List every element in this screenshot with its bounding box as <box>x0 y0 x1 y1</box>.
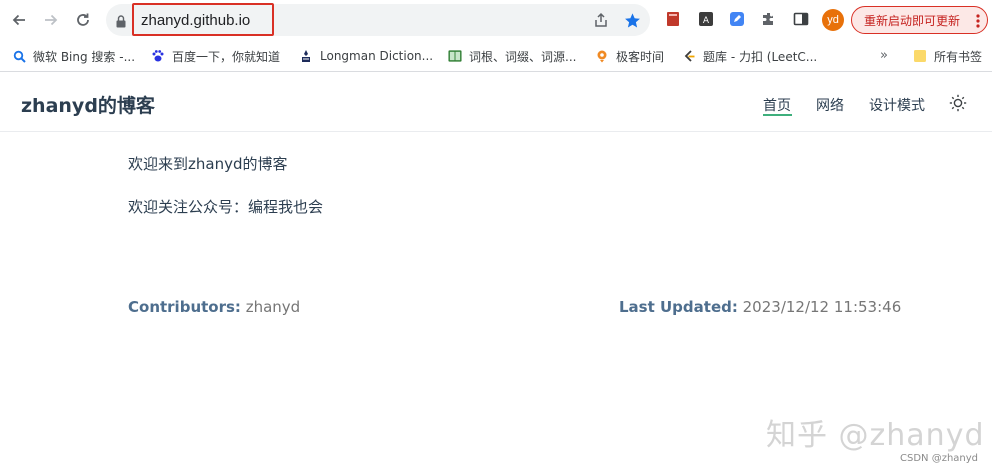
contributors: Contributors: zhanyd <box>128 298 300 316</box>
bookmark-label: 词根、词缀、词源... <box>469 49 577 64</box>
address-bar[interactable]: zhanyd.github.io <box>106 3 650 36</box>
geektime-icon <box>595 49 609 63</box>
edit-extension-icon[interactable] <box>728 10 746 28</box>
last-updated-value: 2023/12/12 11:53:46 <box>742 298 902 316</box>
bookmarks-overflow-button[interactable]: » <box>880 48 888 63</box>
leetcode-icon <box>682 49 696 63</box>
bookmark-label: 极客时间 <box>616 49 665 64</box>
share-icon[interactable] <box>592 11 610 29</box>
profile-avatar[interactable]: yd <box>822 9 844 31</box>
last-updated: Last Updated: 2023/12/12 11:53:46 <box>619 298 901 316</box>
bookmark-leetcode[interactable]: 题库 - 力扣 (LeetC... <box>682 48 817 64</box>
csdn-credit: CSDN @zhanyd <box>900 453 979 464</box>
url-highlight-box: zhanyd.github.io <box>132 3 274 36</box>
nav-link-home[interactable]: 首页 <box>763 95 791 115</box>
sun-icon[interactable] <box>948 93 968 113</box>
bookmark-label: Longman Diction... <box>320 49 434 63</box>
zhihu-watermark: 知乎 @zhanyd <box>766 418 985 453</box>
update-button-label: 重新启动即可更新 <box>864 13 961 28</box>
welcome-paragraph: 欢迎来到zhanyd的博客 <box>128 155 288 173</box>
bookmark-bing[interactable]: 微软 Bing 搜索 -... <box>12 48 135 64</box>
contributors-label: Contributors: <box>128 298 241 316</box>
all-bookmarks-label: 所有书签 <box>934 49 983 64</box>
folder-icon <box>913 49 927 63</box>
nav-link-network[interactable]: 网络 <box>816 95 844 115</box>
contributors-value: zhanyd <box>245 298 301 316</box>
baidu-paw-icon <box>151 49 165 63</box>
last-updated-label: Last Updated: <box>619 298 738 316</box>
bookmark-label: 题库 - 力扣 (LeetC... <box>703 49 818 64</box>
bookmark-label: 微软 Bing 搜索 -... <box>33 49 136 64</box>
bookmark-label: 百度一下，你就知道 <box>172 49 281 64</box>
all-bookmarks-folder[interactable]: 所有书签 <box>913 48 982 64</box>
svg-text:A: A <box>703 16 710 26</box>
forward-arrow-icon[interactable] <box>39 8 63 32</box>
book-icon <box>448 49 462 63</box>
more-vert-icon[interactable] <box>976 13 980 32</box>
update-restart-button[interactable]: 重新启动即可更新 <box>851 6 988 34</box>
nav-active-underline <box>763 114 792 116</box>
reload-icon[interactable] <box>71 8 95 32</box>
extensions-puzzle-icon[interactable] <box>760 10 778 28</box>
bookmarks-bar: 微软 Bing 搜索 -... 百度一下，你就知道 Longman Dictio… <box>0 40 992 72</box>
star-icon[interactable] <box>623 11 641 29</box>
dictionary-extension-icon[interactable]: A <box>697 10 715 28</box>
site-header: zhanyd的博客 首页 网络 设计模式 <box>0 73 992 132</box>
bookmark-etymology[interactable]: 词根、词缀、词源... <box>448 48 576 64</box>
bookmark-baidu[interactable]: 百度一下，你就知道 <box>151 48 280 64</box>
back-arrow-icon[interactable] <box>7 8 31 32</box>
side-panel-icon[interactable] <box>792 10 810 28</box>
bing-search-icon <box>12 49 26 63</box>
browser-toolbar: zhanyd.github.io A yd 重新启动即可更新 <box>0 0 992 40</box>
url-text[interactable]: zhanyd.github.io <box>141 12 250 29</box>
longman-icon <box>299 49 313 63</box>
site-title[interactable]: zhanyd的博客 <box>21 91 155 118</box>
bookmark-longman[interactable]: Longman Diction... <box>299 48 433 64</box>
follow-paragraph: 欢迎关注公众号：编程我也会 <box>128 198 324 216</box>
bookmark-geektime[interactable]: 极客时间 <box>595 48 664 64</box>
red-book-extension-icon[interactable] <box>664 10 682 28</box>
nav-link-design-patterns[interactable]: 设计模式 <box>869 95 925 115</box>
lock-icon[interactable] <box>116 13 126 32</box>
